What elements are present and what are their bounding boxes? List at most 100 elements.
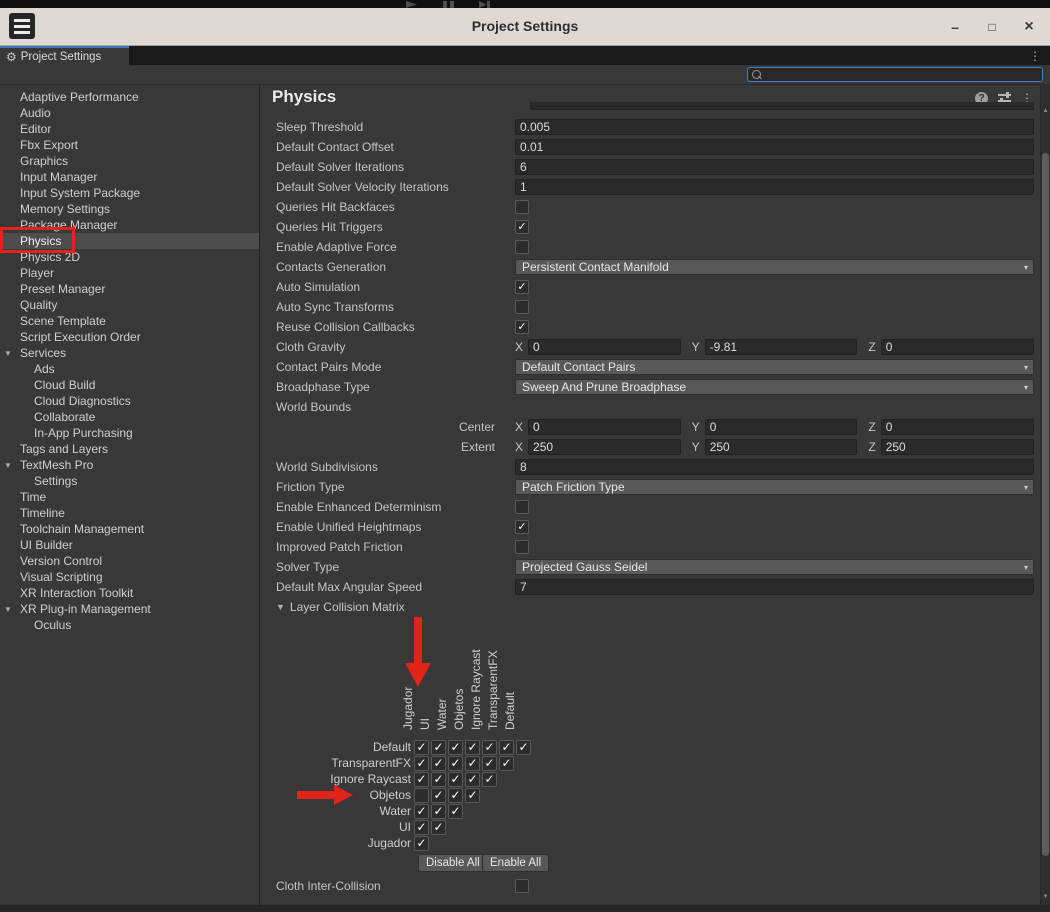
- sidebar-item-audio[interactable]: Audio: [0, 105, 259, 121]
- axis-field[interactable]: -9.81: [705, 339, 858, 355]
- matrix-checkbox-ignore-raycast-ignore-raycast[interactable]: ✓: [482, 772, 497, 787]
- minimize-button[interactable]: –: [948, 19, 962, 35]
- sidebar-item-graphics[interactable]: Graphics: [0, 153, 259, 169]
- matrix-checkbox-ignore-raycast-ui[interactable]: ✓: [431, 772, 446, 787]
- matrix-checkbox-ignore-raycast-objetos[interactable]: ✓: [465, 772, 480, 787]
- sidebar-item-services[interactable]: ▼Services: [0, 345, 259, 361]
- sidebar-item-in-app-purchasing[interactable]: In-App Purchasing: [0, 425, 259, 441]
- sidebar-item-adaptive-performance[interactable]: Adaptive Performance: [0, 89, 259, 105]
- text-field[interactable]: 1: [515, 179, 1034, 195]
- matrix-checkbox-objetos-water[interactable]: ✓: [448, 788, 463, 803]
- close-button[interactable]: ×: [1022, 18, 1036, 36]
- sidebar-item-timeline[interactable]: Timeline: [0, 505, 259, 521]
- sidebar-item-physics-2d[interactable]: Physics 2D: [0, 249, 259, 265]
- sidebar-item-player[interactable]: Player: [0, 265, 259, 281]
- enable-all-button[interactable]: Enable All: [482, 854, 549, 872]
- dropdown[interactable]: Patch Friction Type▾: [515, 479, 1034, 495]
- sidebar-item-ads[interactable]: Ads: [0, 361, 259, 377]
- matrix-checkbox-default-transparentfx[interactable]: ✓: [499, 740, 514, 755]
- text-field[interactable]: 0.01: [515, 139, 1034, 155]
- axis-field[interactable]: 0: [881, 419, 1034, 435]
- matrix-checkbox-default-default[interactable]: ✓: [516, 740, 531, 755]
- sidebar-item-toolchain-management[interactable]: Toolchain Management: [0, 521, 259, 537]
- text-field[interactable]: 7: [515, 579, 1034, 595]
- sidebar-item-xr-plug-in-management[interactable]: ▼XR Plug-in Management: [0, 601, 259, 617]
- matrix-checkbox-transparentfx-transparentfx[interactable]: ✓: [499, 756, 514, 771]
- vertical-scrollbar[interactable]: ▲ ▼: [1040, 85, 1050, 905]
- sidebar-item-time[interactable]: Time: [0, 489, 259, 505]
- checkbox[interactable]: [515, 500, 529, 514]
- matrix-checkbox-objetos-ui[interactable]: ✓: [431, 788, 446, 803]
- sidebar-item-scene-template[interactable]: Scene Template: [0, 313, 259, 329]
- checkbox[interactable]: [515, 540, 529, 554]
- matrix-checkbox-transparentfx-jugador[interactable]: ✓: [414, 756, 429, 771]
- matrix-checkbox-default-ui[interactable]: ✓: [431, 740, 446, 755]
- tab-project-settings[interactable]: ⚙ Project Settings: [0, 46, 129, 65]
- matrix-checkbox-objetos-jugador[interactable]: [414, 788, 429, 803]
- sidebar-item-tags-and-layers[interactable]: Tags and Layers: [0, 441, 259, 457]
- matrix-checkbox-ignore-raycast-jugador[interactable]: ✓: [414, 772, 429, 787]
- sidebar-item-xr-interaction-toolkit[interactable]: XR Interaction Toolkit: [0, 585, 259, 601]
- checkbox[interactable]: ✓: [515, 520, 529, 534]
- matrix-checkbox-default-ignore-raycast[interactable]: ✓: [482, 740, 497, 755]
- maximize-button[interactable]: □: [985, 20, 999, 34]
- axis-field[interactable]: 250: [881, 439, 1034, 455]
- matrix-checkbox-default-water[interactable]: ✓: [448, 740, 463, 755]
- axis-field[interactable]: 0: [705, 419, 858, 435]
- sidebar-item-ui-builder[interactable]: UI Builder: [0, 537, 259, 553]
- matrix-checkbox-water-water[interactable]: ✓: [448, 804, 463, 819]
- sidebar-item-cloud-diagnostics[interactable]: Cloud Diagnostics: [0, 393, 259, 409]
- dropdown[interactable]: Persistent Contact Manifold▾: [515, 259, 1034, 275]
- text-field[interactable]: 8: [515, 459, 1034, 475]
- sidebar-item-quality[interactable]: Quality: [0, 297, 259, 313]
- sidebar-item-preset-manager[interactable]: Preset Manager: [0, 281, 259, 297]
- sidebar-item-version-control[interactable]: Version Control: [0, 553, 259, 569]
- matrix-checkbox-ignore-raycast-water[interactable]: ✓: [448, 772, 463, 787]
- checkbox[interactable]: ✓: [515, 280, 529, 294]
- axis-field[interactable]: 250: [705, 439, 858, 455]
- sidebar-item-input-system-package[interactable]: Input System Package: [0, 185, 259, 201]
- sidebar-item-package-manager[interactable]: Package Manager: [0, 217, 259, 233]
- checkbox[interactable]: [515, 879, 529, 893]
- text-field[interactable]: 6: [515, 159, 1034, 175]
- scroll-up-icon[interactable]: ▲: [1041, 108, 1050, 114]
- play-icon[interactable]: [406, 1, 417, 8]
- checkbox[interactable]: [515, 300, 529, 314]
- axis-field[interactable]: 0: [528, 339, 681, 355]
- matrix-checkbox-ui-ui[interactable]: ✓: [431, 820, 446, 835]
- sidebar-item-memory-settings[interactable]: Memory Settings: [0, 201, 259, 217]
- sidebar-item-cloud-build[interactable]: Cloud Build: [0, 377, 259, 393]
- sidebar-item-collaborate[interactable]: Collaborate: [0, 409, 259, 425]
- dropdown[interactable]: Default Contact Pairs▾: [515, 359, 1034, 375]
- matrix-checkbox-default-objetos[interactable]: ✓: [465, 740, 480, 755]
- scrollbar-thumb[interactable]: [1042, 153, 1049, 856]
- text-field[interactable]: 0.005: [515, 119, 1034, 135]
- scroll-down-icon[interactable]: ▼: [1041, 894, 1050, 900]
- axis-field[interactable]: 0: [881, 339, 1034, 355]
- matrix-checkbox-transparentfx-ignore-raycast[interactable]: ✓: [482, 756, 497, 771]
- tab-more-icon[interactable]: ⋮: [1029, 49, 1041, 63]
- disable-all-button[interactable]: Disable All: [418, 854, 488, 872]
- search-input[interactable]: [764, 69, 1042, 81]
- checkbox[interactable]: [515, 240, 529, 254]
- sidebar-item-physics[interactable]: Physics: [0, 233, 259, 249]
- matrix-checkbox-default-jugador[interactable]: ✓: [414, 740, 429, 755]
- sidebar-item-visual-scripting[interactable]: Visual Scripting: [0, 569, 259, 585]
- dropdown[interactable]: Sweep And Prune Broadphase▾: [515, 379, 1034, 395]
- matrix-checkbox-jugador-jugador[interactable]: ✓: [414, 836, 429, 851]
- matrix-checkbox-objetos-objetos[interactable]: ✓: [465, 788, 480, 803]
- sidebar-item-oculus[interactable]: Oculus: [0, 617, 259, 633]
- matrix-checkbox-water-ui[interactable]: ✓: [431, 804, 446, 819]
- checkbox[interactable]: ✓: [515, 320, 529, 334]
- sidebar-item-textmesh-pro[interactable]: ▼TextMesh Pro: [0, 457, 259, 473]
- foldout-arrow-icon[interactable]: ▼: [0, 605, 17, 614]
- matrix-checkbox-transparentfx-objetos[interactable]: ✓: [465, 756, 480, 771]
- matrix-checkbox-ui-jugador[interactable]: ✓: [414, 820, 429, 835]
- sidebar-item-editor[interactable]: Editor: [0, 121, 259, 137]
- checkbox[interactable]: [515, 200, 529, 214]
- checkbox[interactable]: ✓: [515, 220, 529, 234]
- sidebar-item-fbx-export[interactable]: Fbx Export: [0, 137, 259, 153]
- matrix-checkbox-water-jugador[interactable]: ✓: [414, 804, 429, 819]
- sidebar-item-input-manager[interactable]: Input Manager: [0, 169, 259, 185]
- axis-field[interactable]: 0: [528, 419, 681, 435]
